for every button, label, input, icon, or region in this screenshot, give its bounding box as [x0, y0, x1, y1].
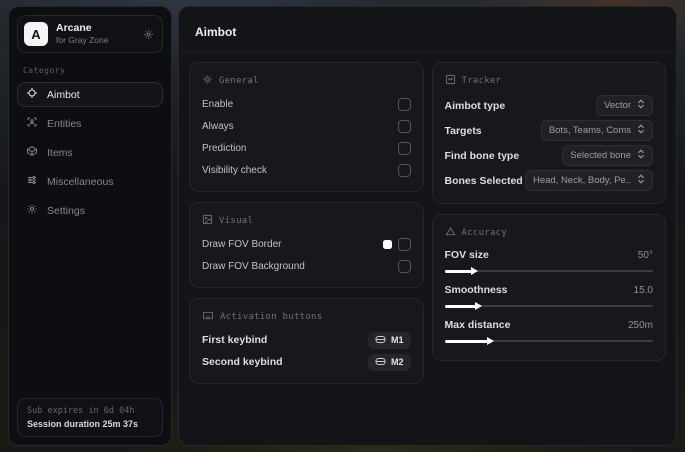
sub-expiry-text: Sub expires in 6d 04h — [27, 406, 135, 416]
max-distance-slider[interactable] — [444, 337, 653, 345]
tracker-icon — [445, 74, 456, 88]
smoothness-value: 15.0 — [633, 284, 653, 296]
color-swatch-fov-border[interactable] — [382, 239, 392, 249]
keybind-button-first[interactable]: M1 — [367, 331, 411, 349]
brand-card: A Arcane for Gray Zone — [17, 15, 163, 53]
find-bone-type-dropdown[interactable]: Selected bone — [562, 145, 653, 166]
checkbox-visibility-check[interactable] — [397, 163, 411, 177]
sidebar: A Arcane for Gray Zone Category Aimbot E… — [8, 6, 172, 446]
tracker-row-targets: Targets Bots, Teams, Coms — [445, 118, 653, 143]
targets-dropdown[interactable]: Bots, Teams, Coms — [540, 120, 653, 141]
unfold-icon — [637, 99, 645, 112]
general-row-enable: Enable — [202, 93, 411, 115]
brand-text: Arcane for Gray Zone — [56, 22, 108, 46]
triangle-icon — [445, 226, 456, 240]
tracker-row-aimbot-type: Aimbot type Vector — [445, 93, 653, 118]
general-card-header: General — [202, 74, 411, 88]
unfold-icon — [637, 124, 645, 137]
aimbot-type-dropdown[interactable]: Vector — [596, 95, 653, 116]
image-icon — [202, 214, 213, 228]
desktop-background: A Arcane for Gray Zone Category Aimbot E… — [0, 0, 685, 452]
unfold-icon — [637, 149, 645, 162]
crosshair-icon — [26, 87, 38, 102]
tracker-card-header: Tracker — [445, 74, 654, 88]
mouse-icon — [375, 335, 386, 346]
box-icon — [26, 145, 38, 160]
general-row-visibility-check: Visibility check — [202, 159, 411, 181]
fov-size-slider[interactable] — [444, 267, 653, 275]
sidebar-item-label: Miscellaneous — [47, 175, 114, 188]
tracker-card: Tracker Aimbot type Vector Targets Bots,… — [431, 62, 666, 204]
left-column: General Enable Always Prediction Visibil… — [189, 62, 424, 384]
keybind-button-second[interactable]: M2 — [367, 353, 411, 371]
brand-subtitle: for Gray Zone — [56, 35, 109, 46]
slider-smoothness: Smoothness 15.0 — [444, 280, 653, 310]
sidebar-item-settings[interactable]: Settings — [17, 198, 163, 223]
sidebar-item-aimbot[interactable]: Aimbot — [17, 82, 163, 107]
sidebar-item-label: Aimbot — [47, 88, 80, 101]
target-sun-icon — [202, 74, 213, 88]
brand-title: Arcane — [56, 22, 92, 35]
brand-logo: A — [24, 22, 48, 46]
unfold-icon — [637, 174, 645, 187]
category-label: Category — [23, 66, 66, 75]
tracker-row-find-bone-type: Find bone type Selected bone — [445, 143, 653, 168]
gear-icon — [26, 203, 38, 218]
activation-buttons-card: Activation buttons First keybind M1 Seco… — [189, 298, 424, 384]
fov-size-value: 50° — [637, 249, 653, 261]
slider-fov-size: FOV size 50° — [444, 245, 653, 275]
page-title: Aimbot — [179, 17, 676, 52]
sidebar-item-label: Settings — [47, 204, 85, 217]
main-panel: Aimbot General Enable Always Prediction … — [178, 6, 677, 446]
tune-sliders-icon — [26, 174, 38, 189]
sidebar-item-entities[interactable]: Entities — [17, 111, 163, 136]
brand-gear-icon[interactable] — [141, 27, 156, 42]
visual-row-fov-border: Draw FOV Border — [202, 233, 411, 255]
subscription-card: Sub expires in 6d 04h Session duration 2… — [17, 398, 163, 437]
general-row-always: Always — [202, 115, 411, 137]
general-card: General Enable Always Prediction Visibil… — [189, 62, 424, 192]
keyboard-icon — [202, 310, 214, 324]
sidebar-item-label: Entities — [47, 117, 82, 130]
max-distance-value: 250m — [627, 319, 653, 331]
session-duration-text: Session duration 25m 37s — [27, 419, 139, 429]
checkbox-prediction[interactable] — [397, 141, 411, 155]
sidebar-item-items[interactable]: Items — [17, 140, 163, 165]
accuracy-card-header: Accuracy — [445, 226, 654, 240]
checkbox-enable[interactable] — [397, 97, 411, 111]
sidebar-item-label: Items — [47, 146, 73, 159]
visual-card-header: Visual — [202, 214, 411, 228]
smoothness-slider[interactable] — [444, 302, 653, 310]
activation-card-header: Activation buttons — [202, 310, 411, 324]
visual-row-fov-background: Draw FOV Background — [202, 255, 411, 277]
sidebar-nav: Aimbot Entities Items Miscellaneous Sett… — [17, 82, 163, 223]
visual-card: Visual Draw FOV Border Draw FOV Backgrou… — [189, 202, 424, 288]
sidebar-item-miscellaneous[interactable]: Miscellaneous — [17, 169, 163, 194]
accuracy-card: Accuracy FOV size 50° Smoothness 15.0 Ma… — [431, 214, 666, 361]
activation-row-second: Second keybind M2 — [202, 351, 411, 373]
activation-row-first: First keybind M1 — [202, 329, 411, 351]
slider-max-distance: Max distance 250m — [444, 315, 653, 345]
checkbox-draw-fov-border[interactable] — [397, 237, 411, 251]
tracker-row-bones-selected: Bones Selected Head, Neck, Body, Pe.. — [445, 168, 653, 193]
bones-selected-dropdown[interactable]: Head, Neck, Body, Pe.. — [524, 170, 653, 191]
checkbox-always[interactable] — [397, 119, 411, 133]
entity-scan-icon — [26, 116, 38, 131]
mouse-icon — [375, 357, 386, 368]
general-row-prediction: Prediction — [202, 137, 411, 159]
checkbox-draw-fov-background[interactable] — [397, 259, 411, 273]
right-column: Tracker Aimbot type Vector Targets Bots,… — [431, 62, 666, 361]
